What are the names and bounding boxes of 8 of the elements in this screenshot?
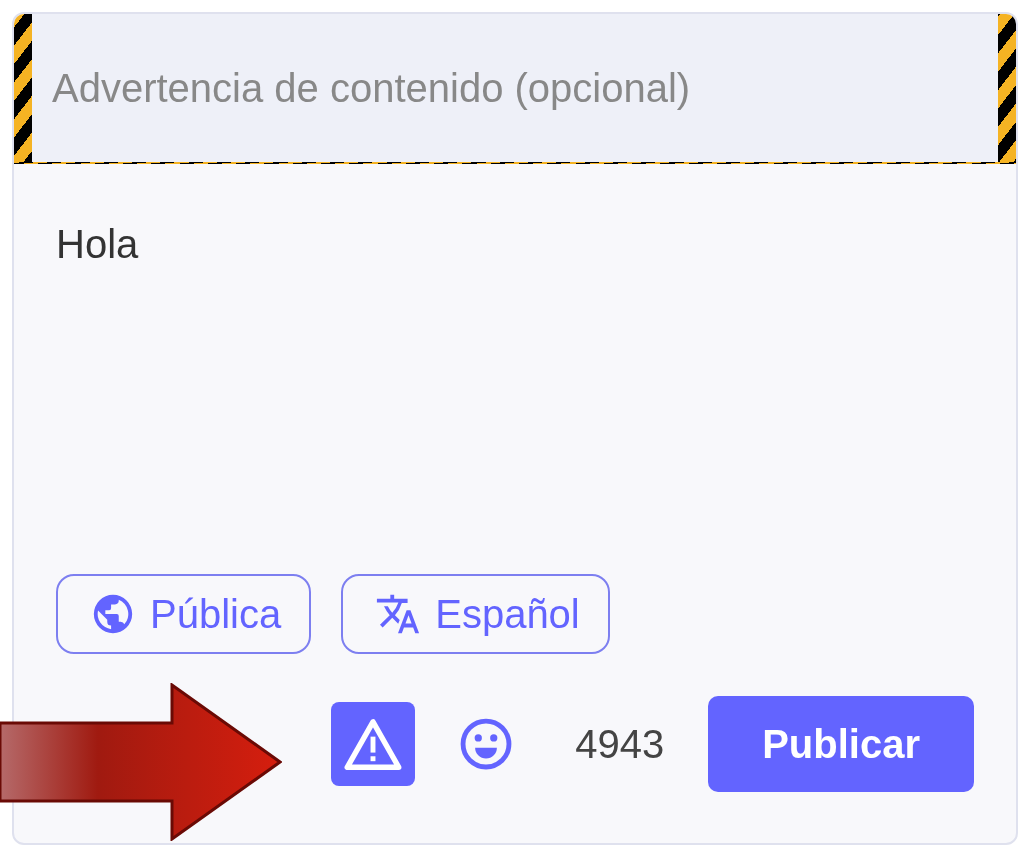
visibility-button[interactable]: Pública [56,574,312,654]
language-button[interactable]: Español [341,574,610,654]
character-counter: 4943 [575,721,665,768]
warning-icon [343,717,404,771]
content-warning-field[interactable]: Advertencia de contenido (opcional) [14,14,1016,164]
content-warning-toggle[interactable] [331,702,416,786]
publish-button[interactable]: Publicar [708,696,974,792]
compose-box[interactable]: Advertencia de contenido (opcional) Hola Pública Español 4943 Publicar [12,12,1018,845]
